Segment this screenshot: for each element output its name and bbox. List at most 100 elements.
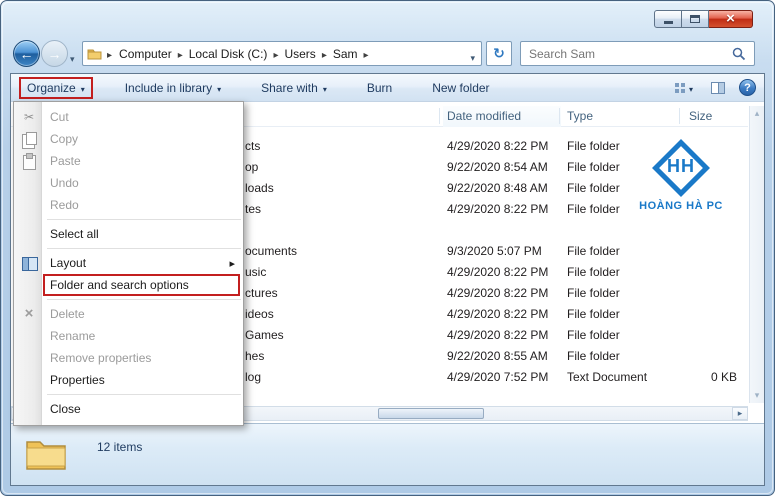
toolbar-items: Organize Include in library Share with (11, 76, 498, 99)
column-header-size[interactable]: Size (685, 106, 712, 127)
logo-diamond-icon: HH (649, 138, 713, 198)
search-placeholder: Search Sam (529, 46, 596, 61)
breadcrumb-item[interactable]: Sam (329, 45, 371, 63)
maximize-icon (690, 15, 700, 23)
toolbar-item[interactable]: Organize (19, 76, 93, 99)
menu-item[interactable]: Rename (14, 325, 243, 347)
menu-item[interactable] (14, 296, 243, 303)
menu-item-label: Folder and search options (50, 278, 189, 292)
search-icon[interactable] (732, 47, 746, 61)
menu-item[interactable] (14, 245, 243, 252)
file-type: File folder (567, 286, 620, 300)
column-header-date-modified[interactable]: Date modified (443, 106, 561, 127)
toolbar-item[interactable]: New folder (424, 77, 497, 99)
file-date-modified: 4/29/2020 8:22 PM (447, 139, 549, 153)
details-pane: 12 items (11, 423, 764, 485)
menu-item[interactable]: Redo (14, 194, 243, 216)
chevron-right-icon[interactable] (320, 45, 329, 63)
close-button[interactable] (709, 10, 753, 28)
file-type: File folder (567, 349, 620, 363)
chevron-right-icon[interactable] (362, 45, 371, 63)
file-name: ocuments (245, 244, 298, 258)
menu-item-label: Rename (50, 329, 96, 343)
file-size (651, 325, 737, 346)
breadcrumb-item[interactable]: Users (280, 45, 328, 63)
menu-item[interactable]: Paste (14, 150, 243, 172)
file-size (651, 304, 737, 325)
menu-item[interactable]: Undo (14, 172, 243, 194)
toolbar-item-label: New folder (432, 80, 490, 95)
scroll-down-arrow-icon[interactable] (750, 388, 764, 403)
file-type: File folder (567, 181, 620, 195)
menu-item[interactable]: Folder and search options (14, 274, 243, 296)
menu-item-label: Layout (50, 256, 87, 270)
file-name: usic (245, 265, 267, 279)
copy-icon (18, 128, 40, 150)
recent-pages-chevron-icon[interactable] (70, 49, 80, 61)
scroll-up-arrow-icon[interactable] (750, 106, 764, 121)
vertical-scrollbar[interactable] (749, 106, 764, 403)
back-button[interactable] (13, 40, 40, 67)
preview-pane-button[interactable] (709, 80, 727, 96)
file-name: hes (245, 349, 265, 363)
chevron-right-icon[interactable] (176, 45, 185, 63)
menu-item[interactable]: Select all (14, 223, 243, 245)
chevron-right-icon[interactable] (271, 45, 280, 63)
refresh-button[interactable] (486, 41, 512, 66)
menu-item[interactable]: Properties (14, 369, 243, 391)
maximize-button[interactable] (682, 10, 709, 28)
breadcrumb-item[interactable]: Local Disk (C:) (185, 45, 281, 63)
organize-menu: Cut Copy Paste Undo (13, 101, 244, 426)
breadcrumb-item[interactable]: Computer (115, 45, 185, 63)
column-divider[interactable] (679, 108, 680, 124)
menu-item[interactable] (14, 216, 243, 223)
toolbar-item-label: Include in library (124, 80, 213, 95)
file-type: File folder (567, 139, 620, 153)
toolbar-item[interactable]: Include in library (117, 77, 229, 99)
menu-item-label: Paste (50, 154, 81, 168)
file-name: log (245, 370, 262, 384)
folder-icon (87, 47, 102, 60)
menu-item-label: Delete (50, 307, 85, 321)
menu-item[interactable]: Copy (14, 128, 243, 150)
minimize-icon (663, 21, 673, 24)
search-input[interactable]: Search Sam (520, 41, 755, 66)
menu-item-label: Remove properties (50, 351, 152, 365)
column-divider[interactable] (439, 108, 440, 124)
views-grid-icon (674, 82, 679, 87)
menu-item[interactable]: Layout (14, 252, 243, 274)
forward-button[interactable] (41, 40, 68, 67)
column-header-type[interactable]: Type (563, 106, 593, 127)
chevron-right-icon[interactable] (104, 45, 115, 63)
menu-item[interactable] (14, 391, 243, 398)
file-type: File folder (567, 328, 620, 342)
menu-item-label: Undo (50, 176, 79, 190)
breadcrumb[interactable]: Computer Local Disk (C:) Users (82, 41, 482, 66)
menu-item[interactable]: Remove properties (14, 347, 243, 369)
file-date-modified: 9/22/2020 8:55 AM (447, 349, 548, 363)
layout-icon (18, 252, 40, 274)
file-name: cts (245, 139, 261, 153)
menu-item[interactable]: Cut (14, 106, 243, 128)
file-size: 0 KB (710, 370, 737, 384)
toolbar-item[interactable]: Burn (359, 77, 400, 99)
change-view-button[interactable] (671, 76, 697, 100)
menu-item-label: Properties (50, 373, 105, 387)
breadcrumb-item-label: Computer (119, 46, 172, 61)
file-name: op (245, 160, 259, 174)
toolbar-item[interactable]: Share with (253, 77, 335, 99)
menu-item[interactable]: Delete (14, 303, 243, 325)
scroll-right-arrow-icon[interactable] (732, 407, 748, 420)
menu-item-label: Copy (50, 132, 79, 146)
address-dropdown-icon[interactable] (470, 48, 475, 66)
command-toolbar: Organize Include in library Share with (11, 74, 764, 102)
horizontal-scrollbar-thumb[interactable] (378, 408, 484, 419)
menu-item[interactable]: Close (14, 398, 243, 420)
column-divider[interactable] (559, 108, 560, 124)
file-type: File folder (567, 160, 620, 174)
file-type: File folder (567, 202, 620, 216)
help-button[interactable] (739, 79, 756, 96)
submenu-arrow-icon (229, 252, 235, 275)
minimize-button[interactable] (654, 10, 682, 28)
toolbar-right-icons (671, 74, 756, 101)
